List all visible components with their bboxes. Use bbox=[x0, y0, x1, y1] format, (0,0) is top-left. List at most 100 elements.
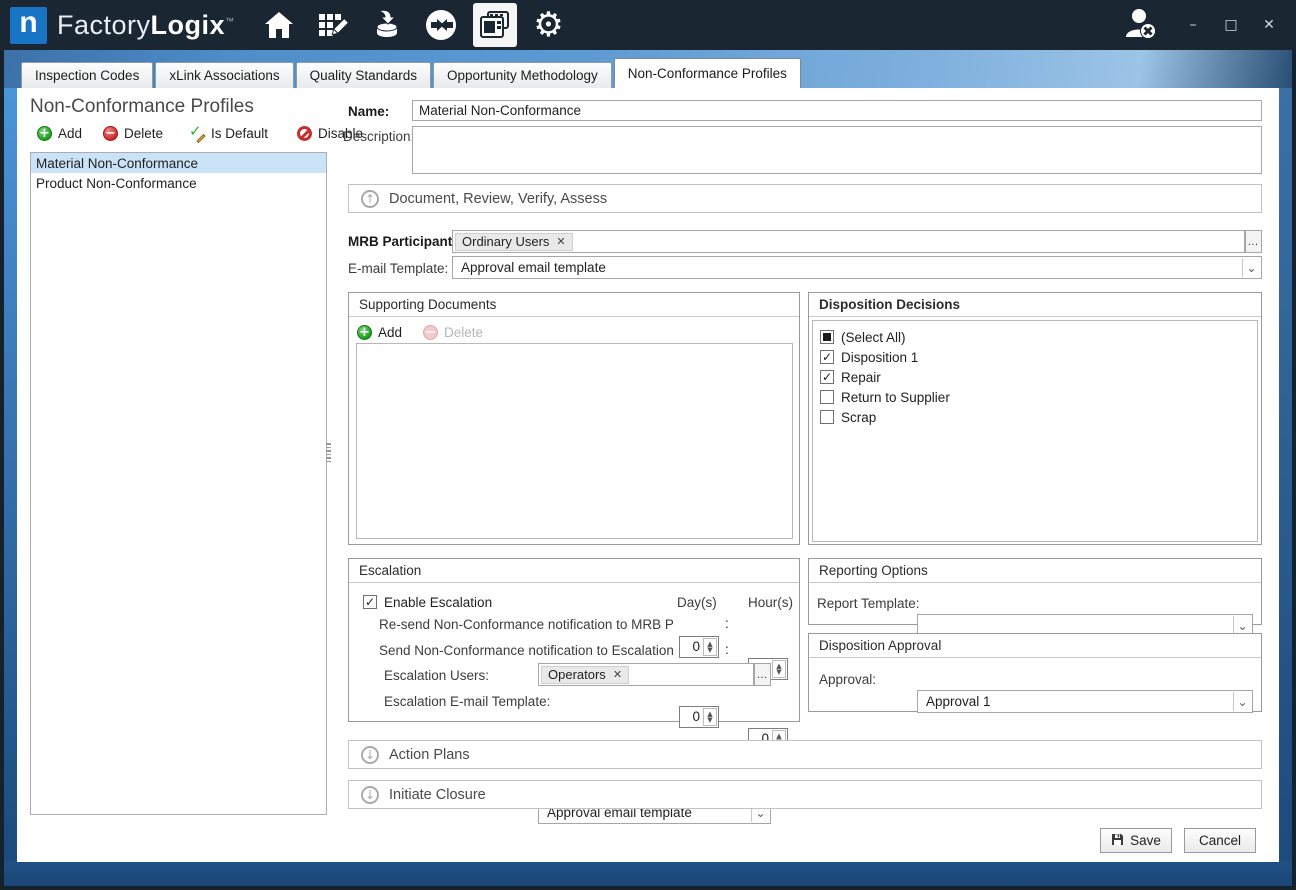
delete-profile-button[interactable]: − Delete bbox=[103, 126, 189, 141]
checkbox-repair[interactable]: ✓ Repair bbox=[820, 367, 1257, 387]
remove-tag-icon[interactable]: ✕ bbox=[556, 235, 565, 248]
is-default-label: Is Default bbox=[211, 126, 268, 141]
checkbox-checked-icon: ✓ bbox=[820, 370, 834, 384]
quality-nav-button[interactable] bbox=[473, 3, 517, 47]
home-icon bbox=[263, 10, 295, 40]
tab-quality-standards[interactable]: Quality Standards bbox=[296, 62, 431, 88]
checkbox-label: Repair bbox=[841, 370, 881, 385]
is-default-button[interactable]: ✓ Is Default bbox=[189, 125, 297, 141]
user-account-button[interactable] bbox=[1118, 5, 1164, 45]
database-arrow-icon bbox=[371, 9, 403, 41]
window-frame-left bbox=[4, 88, 17, 862]
action-plans-title: Action Plans bbox=[389, 747, 470, 763]
list-item[interactable]: Material Non-Conformance bbox=[31, 153, 326, 173]
close-button[interactable]: ✕ bbox=[1254, 11, 1284, 39]
supporting-documents-list[interactable] bbox=[356, 343, 793, 539]
checkbox-indeterminate-icon bbox=[820, 330, 834, 344]
sync-nav-button[interactable] bbox=[419, 3, 463, 47]
spinner-arrows-icon[interactable]: ▲▼ bbox=[703, 708, 717, 726]
mrb-participants-browse-button[interactable]: … bbox=[1245, 230, 1262, 253]
sync-arrows-icon bbox=[424, 8, 458, 42]
name-label: Name: bbox=[348, 104, 389, 119]
spinner-value: 0 bbox=[692, 639, 700, 654]
approval-dropdown[interactable]: Approval 1 ⌄ bbox=[917, 690, 1253, 713]
home-nav-button[interactable] bbox=[257, 3, 301, 47]
checkbox-scrap[interactable]: Scrap bbox=[820, 407, 1257, 427]
disposition-decisions-group: Disposition Decisions (Select All) ✓ Dis… bbox=[808, 292, 1262, 545]
save-icon bbox=[1111, 833, 1124, 849]
resend-days-spinner[interactable]: 0 ▲▼ bbox=[679, 636, 719, 658]
titlebar-right: – □ ✕ bbox=[1118, 0, 1296, 50]
data-import-nav-button[interactable] bbox=[365, 3, 409, 47]
main-nav: ⚙ bbox=[257, 3, 571, 47]
app-title: FactoryLogix™ bbox=[57, 10, 235, 41]
panel-splitter[interactable] bbox=[326, 443, 331, 462]
mrb-tag-label: Ordinary Users bbox=[462, 234, 549, 249]
save-button[interactable]: Save bbox=[1100, 828, 1172, 853]
send-days-spinner[interactable]: 0 ▲▼ bbox=[679, 706, 719, 728]
time-separator: : bbox=[725, 616, 729, 631]
spinner-arrows-icon[interactable]: ▲▼ bbox=[772, 660, 786, 678]
document-review-section-header[interactable]: ↑ Document, Review, Verify, Assess bbox=[348, 184, 1262, 213]
delete-document-button[interactable]: − Delete bbox=[423, 325, 483, 340]
tab-inspection-codes[interactable]: Inspection Codes bbox=[21, 62, 153, 88]
add-document-button[interactable]: + Add bbox=[357, 325, 423, 340]
document-review-section-title: Document, Review, Verify, Assess bbox=[389, 191, 607, 207]
hours-column-header: Hour(s) bbox=[748, 595, 793, 610]
initiate-closure-title: Initiate Closure bbox=[389, 787, 486, 803]
spinner-arrows-icon[interactable]: ▲▼ bbox=[703, 638, 717, 656]
time-separator: : bbox=[725, 642, 729, 657]
tab-xlink-associations[interactable]: xLink Associations bbox=[155, 62, 293, 88]
checkbox-label: (Select All) bbox=[841, 330, 906, 345]
settings-nav-button[interactable]: ⚙ bbox=[527, 3, 571, 47]
user-logout-icon bbox=[1120, 5, 1162, 46]
tab-non-conformance-profiles[interactable]: Non-Conformance Profiles bbox=[614, 58, 801, 88]
delete-icon: − bbox=[103, 126, 118, 141]
planning-nav-button[interactable] bbox=[311, 3, 355, 47]
name-input[interactable]: Material Non-Conformance bbox=[412, 100, 1262, 121]
checkbox-label: Scrap bbox=[841, 410, 876, 425]
add-icon: + bbox=[357, 325, 372, 340]
email-template-value: Approval email template bbox=[461, 260, 606, 275]
collapse-up-icon: ↑ bbox=[361, 190, 379, 208]
profiles-list: Material Non-Conformance Product Non-Con… bbox=[30, 152, 327, 815]
escalation-group: Escalation ✓ Enable Escalation Day(s) Ho… bbox=[348, 558, 800, 722]
disposition-decisions-title: Disposition Decisions bbox=[809, 293, 1261, 317]
is-default-icon: ✓ bbox=[189, 125, 205, 141]
enable-escalation-checkbox[interactable]: ✓ Enable Escalation bbox=[363, 592, 492, 612]
days-column-header: Day(s) bbox=[677, 595, 717, 610]
delete-document-label: Delete bbox=[444, 325, 483, 340]
tab-opportunity-methodology[interactable]: Opportunity Methodology bbox=[433, 62, 612, 88]
checkbox-select-all[interactable]: (Select All) bbox=[820, 327, 1257, 347]
add-label: Add bbox=[58, 126, 82, 141]
minimize-button[interactable]: – bbox=[1178, 11, 1208, 39]
action-plans-section-header[interactable]: ↓ Action Plans bbox=[348, 740, 1262, 769]
initiate-closure-section-header[interactable]: ↓ Initiate Closure bbox=[348, 780, 1262, 809]
report-template-label: Report Template: bbox=[817, 596, 920, 611]
app-logo: n bbox=[10, 7, 47, 44]
description-textarea[interactable] bbox=[412, 126, 1262, 174]
documents-icon bbox=[478, 9, 512, 41]
mrb-participant-tag[interactable]: Ordinary Users ✕ bbox=[455, 233, 573, 251]
list-item[interactable]: Product Non-Conformance bbox=[31, 173, 326, 193]
cancel-button[interactable]: Cancel bbox=[1184, 828, 1256, 853]
expand-down-icon: ↓ bbox=[361, 786, 379, 804]
tabs: Inspection Codes xLink Associations Qual… bbox=[21, 58, 803, 88]
maximize-button[interactable]: □ bbox=[1216, 11, 1246, 39]
chevron-down-icon: ⌄ bbox=[1242, 258, 1260, 277]
escalation-user-tag[interactable]: Operators ✕ bbox=[541, 666, 629, 684]
add-profile-button[interactable]: + Add bbox=[37, 126, 103, 141]
checkbox-disposition-1[interactable]: ✓ Disposition 1 bbox=[820, 347, 1257, 367]
description-label: Description: bbox=[343, 129, 414, 144]
brand-light: Factory bbox=[57, 10, 151, 40]
escalation-users-field[interactable]: Operators ✕ bbox=[538, 663, 754, 686]
titlebar: n FactoryLogix™ bbox=[0, 0, 1296, 50]
escalation-users-browse-button[interactable]: … bbox=[754, 663, 771, 686]
email-template-dropdown[interactable]: Approval email template ⌄ bbox=[452, 256, 1262, 279]
remove-tag-icon[interactable]: ✕ bbox=[613, 668, 622, 681]
delete-label: Delete bbox=[124, 126, 163, 141]
window-controls: – □ ✕ bbox=[1178, 11, 1284, 39]
mrb-participants-field[interactable]: Ordinary Users ✕ bbox=[452, 230, 1245, 253]
checkbox-return-to-supplier[interactable]: Return to Supplier bbox=[820, 387, 1257, 407]
spinner-value: 0 bbox=[692, 709, 700, 724]
